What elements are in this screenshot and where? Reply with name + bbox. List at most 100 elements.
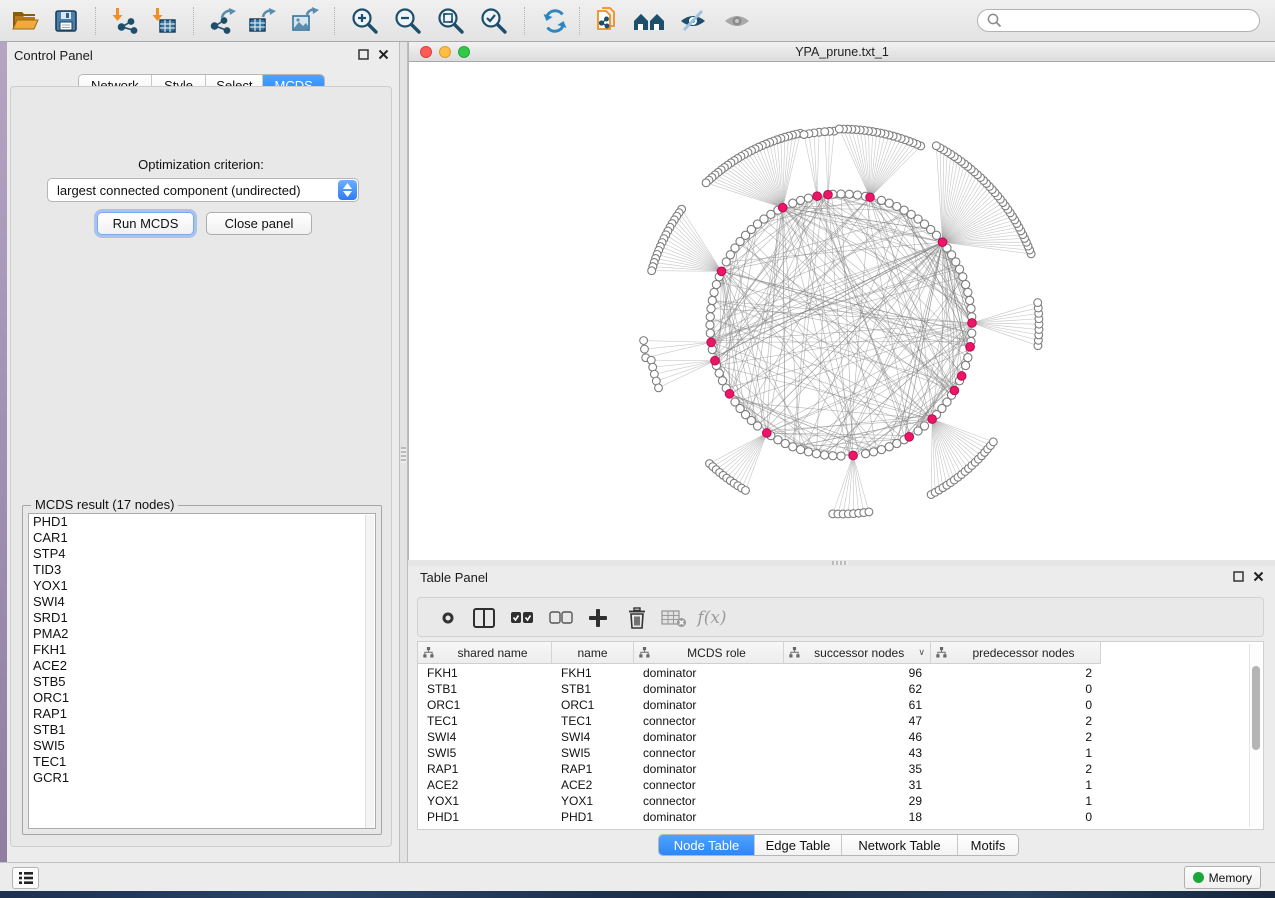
mcds-result-item[interactable]: STB5	[29, 674, 375, 690]
scrollbar-thumb[interactable]	[1252, 666, 1260, 750]
network-node[interactable]	[968, 329, 976, 337]
network-node[interactable]	[702, 179, 710, 187]
table-row[interactable]: YOX1YOX1connector291	[418, 793, 1248, 809]
task-history-button[interactable]	[12, 867, 39, 889]
export-network-icon[interactable]	[206, 4, 240, 38]
network-canvas[interactable]	[409, 63, 1275, 560]
network-node[interactable]	[655, 384, 663, 392]
column-header[interactable]: predecessor nodes	[931, 642, 1101, 664]
select-all-icon[interactable]	[508, 604, 536, 632]
network-node[interactable]	[706, 321, 714, 329]
table-row[interactable]: SWI4SWI4dominator462	[418, 729, 1248, 745]
network-node[interactable]	[861, 450, 869, 458]
network-hub-node[interactable]	[778, 203, 787, 212]
network-hub-node[interactable]	[763, 429, 772, 438]
network-graph[interactable]	[409, 63, 1275, 560]
network-node[interactable]	[800, 131, 808, 139]
open-file-icon[interactable]	[8, 4, 42, 38]
network-node[interactable]	[829, 452, 837, 460]
network-hub-node[interactable]	[707, 338, 716, 347]
network-node[interactable]	[708, 296, 716, 304]
network-hub-node[interactable]	[717, 267, 726, 276]
delete-icon[interactable]	[623, 604, 651, 632]
mcds-result-item[interactable]: PMA2	[29, 626, 375, 642]
network-hub-node[interactable]	[957, 372, 966, 381]
mcds-result-item[interactable]: SWI4	[29, 594, 375, 610]
tab-edge-table[interactable]: Edge Table	[755, 835, 842, 855]
save-session-icon[interactable]	[49, 4, 83, 38]
columns-icon[interactable]	[470, 604, 498, 632]
network-node[interactable]	[967, 304, 975, 312]
network-hub-node[interactable]	[849, 451, 858, 460]
search-input[interactable]	[1007, 14, 1259, 28]
mcds-result-item[interactable]: TEC1	[29, 754, 375, 770]
gear-icon[interactable]	[434, 604, 462, 632]
column-header[interactable]: successor nodes∨	[784, 642, 931, 664]
network-node[interactable]	[715, 369, 723, 377]
network-titlebar[interactable]: YPA_prune.txt_1	[409, 42, 1275, 62]
mcds-result-item[interactable]: RAP1	[29, 706, 375, 722]
network-node[interactable]	[796, 196, 804, 204]
network-node[interactable]	[837, 452, 845, 460]
mcds-result-item[interactable]: FKH1	[29, 642, 375, 658]
network-node[interactable]	[789, 199, 797, 207]
new-network-from-selection-icon[interactable]	[590, 4, 624, 38]
network-node[interactable]	[821, 128, 829, 136]
network-node[interactable]	[893, 202, 901, 210]
table-row[interactable]: FKH1FKH1dominator962	[418, 665, 1248, 681]
mcds-result-item[interactable]: YOX1	[29, 578, 375, 594]
mcds-result-item[interactable]: ORC1	[29, 690, 375, 706]
network-hub-node[interactable]	[813, 192, 822, 201]
network-node[interactable]	[804, 448, 812, 456]
network-node[interactable]	[885, 199, 893, 207]
table-row[interactable]: TEC1TEC1connector472	[418, 713, 1248, 729]
network-node[interactable]	[877, 445, 885, 453]
vertical-splitter[interactable]	[399, 42, 408, 862]
network-node[interactable]	[865, 508, 873, 516]
network-hub-node[interactable]	[905, 433, 914, 442]
network-node[interactable]	[920, 422, 928, 430]
column-header[interactable]: name	[552, 642, 634, 664]
hide-selected-icon[interactable]	[676, 4, 710, 38]
network-node[interactable]	[835, 125, 843, 133]
import-table-icon[interactable]	[146, 4, 180, 38]
network-hub-node[interactable]	[928, 415, 937, 424]
network-hub-node[interactable]	[968, 319, 977, 328]
network-node[interactable]	[845, 190, 853, 198]
network-node[interactable]	[712, 280, 720, 288]
import-network-icon[interactable]	[108, 4, 142, 38]
float-window-icon[interactable]	[358, 49, 369, 60]
network-node[interactable]	[706, 329, 714, 337]
network-node[interactable]	[804, 194, 812, 202]
search-field[interactable]	[977, 9, 1260, 32]
tab-motifs[interactable]: Motifs	[958, 835, 1018, 855]
table-scrollbar[interactable]	[1249, 644, 1261, 827]
table-row[interactable]: SWI5SWI5connector431	[418, 745, 1248, 761]
network-hub-node[interactable]	[950, 386, 959, 395]
network-node[interactable]	[1034, 299, 1042, 307]
network-node[interactable]	[796, 445, 804, 453]
network-node[interactable]	[706, 313, 714, 321]
network-hub-node[interactable]	[725, 390, 734, 399]
network-node[interactable]	[781, 439, 789, 447]
network-node[interactable]	[648, 267, 656, 275]
network-node[interactable]	[869, 448, 877, 456]
network-node[interactable]	[753, 422, 761, 430]
mcds-result-item[interactable]: ACE2	[29, 658, 375, 674]
node-table[interactable]: shared namenameMCDS rolesuccessor nodes∨…	[417, 641, 1264, 830]
splitter-grip[interactable]	[401, 447, 406, 463]
refresh-icon[interactable]	[538, 4, 572, 38]
mcds-result-item[interactable]: STB1	[29, 722, 375, 738]
clear-selection-icon[interactable]	[547, 604, 575, 632]
zoom-selected-icon[interactable]	[477, 4, 511, 38]
network-node[interactable]	[964, 288, 972, 296]
add-column-icon[interactable]	[584, 604, 612, 632]
network-node[interactable]	[961, 361, 969, 369]
network-node[interactable]	[837, 190, 845, 198]
network-hub-node[interactable]	[938, 238, 947, 247]
mcds-result-item[interactable]: PHD1	[29, 514, 375, 530]
zoom-out-icon[interactable]	[391, 4, 425, 38]
table-row[interactable]: STB1STB1dominator620	[418, 681, 1248, 697]
close-icon[interactable]	[1253, 571, 1264, 582]
network-node[interactable]	[959, 273, 967, 281]
